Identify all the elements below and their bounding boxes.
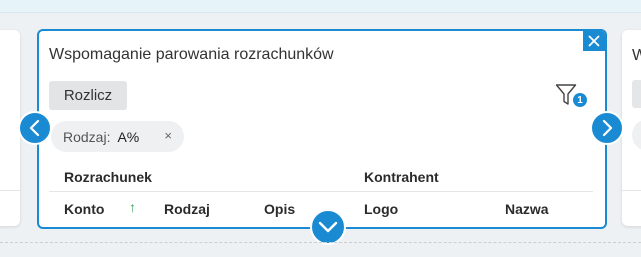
column-header-logo[interactable]: Logo — [364, 201, 398, 217]
filter-chip[interactable]: Rodzaj: A% × — [51, 121, 184, 152]
column-header-konto[interactable]: Konto — [64, 201, 104, 217]
card-title: Wspomaganie parowania rozrachunków — [49, 46, 334, 63]
chevron-left-icon — [29, 119, 40, 137]
remove-filter-icon[interactable]: × — [164, 128, 172, 143]
group-header-kontrahent: Kontrahent — [364, 169, 439, 185]
close-button[interactable] — [583, 31, 605, 51]
sort-ascending-icon[interactable]: ↑ — [129, 199, 136, 215]
previous-card-peek[interactable] — [0, 30, 20, 226]
next-card-button[interactable] — [632, 80, 641, 108]
previous-card-button[interactable] — [18, 111, 52, 145]
section-divider — [0, 242, 641, 243]
next-card-title: W — [632, 47, 641, 64]
next-card-peek[interactable]: W — [622, 30, 641, 226]
next-card-button[interactable] — [590, 111, 624, 145]
filter-button[interactable]: 1 — [555, 83, 587, 111]
close-icon — [588, 35, 600, 47]
column-header-opis[interactable]: Opis — [264, 201, 295, 217]
column-header-nazwa[interactable]: Nazwa — [505, 201, 549, 217]
divider — [0, 190, 20, 191]
top-bar — [0, 0, 641, 13]
next-card-chip[interactable] — [632, 119, 641, 151]
filter-chip-label: Rodzaj: — [63, 128, 111, 145]
chevron-right-icon — [602, 119, 613, 137]
grid-group-header: Rozrachunek Kontrahent — [49, 163, 593, 192]
chevron-down-icon — [318, 221, 338, 233]
group-header-rozrachunek: Rozrachunek — [64, 169, 152, 185]
filter-count-badge: 1 — [573, 93, 587, 107]
filter-chip-value: A% — [117, 128, 140, 145]
column-header-rodzaj[interactable]: Rodzaj — [164, 201, 210, 217]
divider — [622, 190, 641, 191]
settle-button[interactable]: Rozlicz — [49, 81, 127, 110]
expand-card-button[interactable] — [310, 209, 346, 245]
reconciliation-card: Wspomaganie parowania rozrachunków Rozli… — [37, 29, 607, 229]
